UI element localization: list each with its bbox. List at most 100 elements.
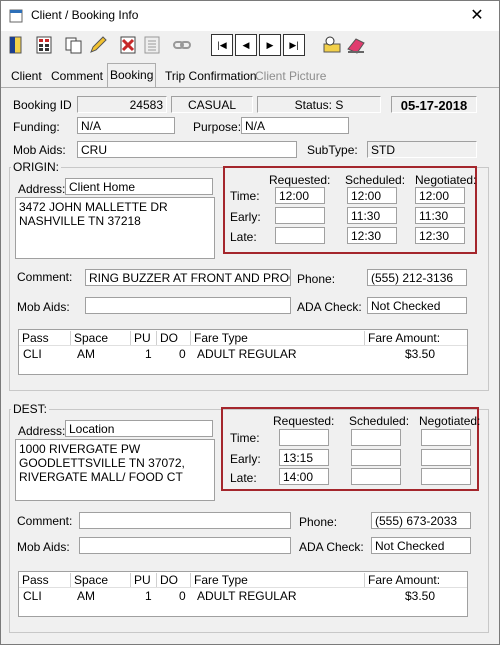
origin-address-box[interactable]: 3472 JOHN MALLETTE DR NASHVILLE TN 37218	[15, 197, 215, 259]
dest-time-negotiated[interactable]	[421, 429, 471, 446]
calculator-icon[interactable]	[33, 34, 55, 56]
mob-aids-field[interactable]: CRU	[77, 141, 297, 158]
origin-late-negotiated[interactable]: 12:30	[415, 227, 465, 244]
prev-record-icon[interactable]: ◀	[235, 34, 257, 56]
dest-address-line: 1000 RIVERGATE PW	[19, 442, 141, 456]
cell-pu: 1	[145, 347, 152, 361]
origin-early-scheduled[interactable]: 11:30	[347, 207, 397, 224]
origin-address-line: NASHVILLE TN 37218	[19, 214, 141, 228]
grid-col-space: Space	[71, 573, 131, 587]
origin-phone-field[interactable]: (555) 212-3136	[367, 269, 467, 286]
purpose-field[interactable]: N/A	[241, 117, 349, 134]
dest-phone-label: Phone:	[299, 515, 338, 529]
origin-mob-aids-field[interactable]	[85, 297, 291, 314]
origin-late-requested[interactable]	[275, 227, 325, 244]
origin-time-scheduled[interactable]: 12:00	[347, 187, 397, 204]
grid-col-do: DO	[157, 331, 191, 345]
origin-mob-aids-label: Mob Aids:	[17, 300, 70, 314]
funding-field[interactable]: N/A	[77, 117, 175, 134]
cell-space: AM	[77, 589, 95, 603]
origin-early-requested[interactable]	[275, 207, 325, 224]
subtype-label: SubType:	[307, 143, 358, 157]
dest-mob-aids-label: Mob Aids:	[17, 540, 70, 554]
close-button[interactable]: ✕	[455, 1, 499, 31]
dest-late-negotiated[interactable]	[421, 468, 471, 485]
origin-requested-header: Requested:	[269, 173, 331, 187]
dest-scheduled-header: Scheduled:	[349, 414, 410, 428]
dest-address-line: GOODLETTSVILLE TN 37072,	[19, 456, 185, 470]
origin-ada-check-field[interactable]: Not Checked	[367, 297, 467, 314]
copy-icon[interactable]	[63, 34, 85, 56]
origin-early-negotiated[interactable]: 11:30	[415, 207, 465, 224]
origin-grid-header: Pass Space PU DO Fare Type Fare Amount:	[19, 330, 467, 346]
dest-requested-header: Requested:	[273, 414, 335, 428]
cell-space: AM	[77, 347, 95, 361]
origin-address-label: Address:	[18, 182, 66, 196]
dest-address-box[interactable]: 1000 RIVERGATE PW GOODLETTSVILLE TN 3707…	[15, 439, 215, 501]
tab-client[interactable]: Client	[9, 67, 44, 86]
tab-trip-confirmation[interactable]: Trip Confirmation	[163, 67, 259, 86]
dest-comment-field[interactable]	[79, 512, 291, 529]
dest-comment-label: Comment:	[17, 514, 73, 528]
grid-col-pu: PU	[131, 331, 157, 345]
grid-col-fare-type: Fare Type	[191, 331, 365, 345]
origin-group-label: ORIGIN:	[11, 160, 62, 174]
last-record-icon[interactable]: ▶|	[283, 34, 305, 56]
cell-fare-amount: $3.50	[405, 589, 436, 603]
cell-do: 0	[179, 347, 186, 361]
origin-address-type-field[interactable]: Client Home	[65, 178, 213, 195]
next-record-icon[interactable]: ▶	[259, 34, 281, 56]
dest-ada-check-field[interactable]: Not Checked	[371, 537, 471, 554]
dest-early-scheduled[interactable]	[351, 449, 401, 466]
cell-fare-amount: $3.50	[405, 347, 436, 361]
dest-late-scheduled[interactable]	[351, 468, 401, 485]
dest-time-scheduled[interactable]	[351, 429, 401, 446]
dest-mob-aids-field[interactable]	[79, 537, 291, 554]
grid-col-fare-amount: Fare Amount:	[368, 331, 441, 345]
window-title: Client / Booking Info	[31, 8, 139, 22]
app-icon	[9, 9, 23, 23]
origin-early-label: Early:	[230, 210, 261, 224]
first-record-icon[interactable]: |◀	[211, 34, 233, 56]
origin-comment-field[interactable]: RING BUZZER AT FRONT AND PROCEE	[85, 269, 291, 286]
cell-pu: 1	[145, 589, 152, 603]
dest-phone-field[interactable]: (555) 673-2033	[371, 512, 471, 529]
dest-late-requested[interactable]: 14:00	[279, 468, 329, 485]
delete-icon[interactable]	[117, 34, 139, 56]
tab-comment[interactable]: Comment	[49, 67, 105, 86]
dest-fare-grid[interactable]: Pass Space PU DO Fare Type Fare Amount: …	[18, 571, 468, 617]
eraser-icon[interactable]	[345, 34, 367, 56]
origin-fare-grid[interactable]: Pass Space PU DO Fare Type Fare Amount: …	[18, 329, 468, 375]
grid-col-fare-type: Fare Type	[191, 573, 365, 587]
dest-early-requested[interactable]: 13:15	[279, 449, 329, 466]
funding-label: Funding:	[13, 120, 60, 134]
origin-phone-label: Phone:	[297, 272, 336, 286]
origin-time-negotiated[interactable]: 12:00	[415, 187, 465, 204]
list-icon[interactable]	[141, 34, 163, 56]
dest-negotiated-header: Negotiated:	[419, 414, 481, 428]
dest-address-label: Address:	[18, 424, 66, 438]
dest-time-requested[interactable]	[279, 429, 329, 446]
origin-late-scheduled[interactable]: 12:30	[347, 227, 397, 244]
booking-window: Client / Booking Info ✕ |◀ ◀ ▶ ▶| Client…	[0, 0, 500, 645]
tab-booking[interactable]: Booking	[107, 63, 157, 87]
booking-id-field: 24583	[77, 96, 167, 113]
grid-col-fare-amount: Fare Amount:	[368, 573, 441, 587]
subtype-field: STD	[367, 141, 477, 158]
tab-client-picture[interactable]: Client Picture	[253, 67, 328, 86]
grid-col-pass: Pass	[19, 331, 71, 345]
dest-address-type-field[interactable]: Location	[65, 420, 213, 437]
dest-ada-check-label: ADA Check:	[299, 540, 364, 554]
origin-time-requested[interactable]: 12:00	[275, 187, 325, 204]
dest-early-negotiated[interactable]	[421, 449, 471, 466]
origin-scheduled-header: Scheduled:	[345, 173, 406, 187]
booking-id-label: Booking ID	[13, 98, 72, 112]
link-icon[interactable]	[171, 34, 193, 56]
mob-aids-label: Mob Aids:	[13, 143, 66, 157]
search-icon[interactable]	[321, 34, 343, 56]
grid-col-do: DO	[157, 573, 191, 587]
grid-col-space: Space	[71, 331, 131, 345]
booking-date-field: 05-17-2018	[391, 96, 477, 113]
edit-icon[interactable]	[87, 34, 109, 56]
exit-icon[interactable]	[5, 34, 27, 56]
